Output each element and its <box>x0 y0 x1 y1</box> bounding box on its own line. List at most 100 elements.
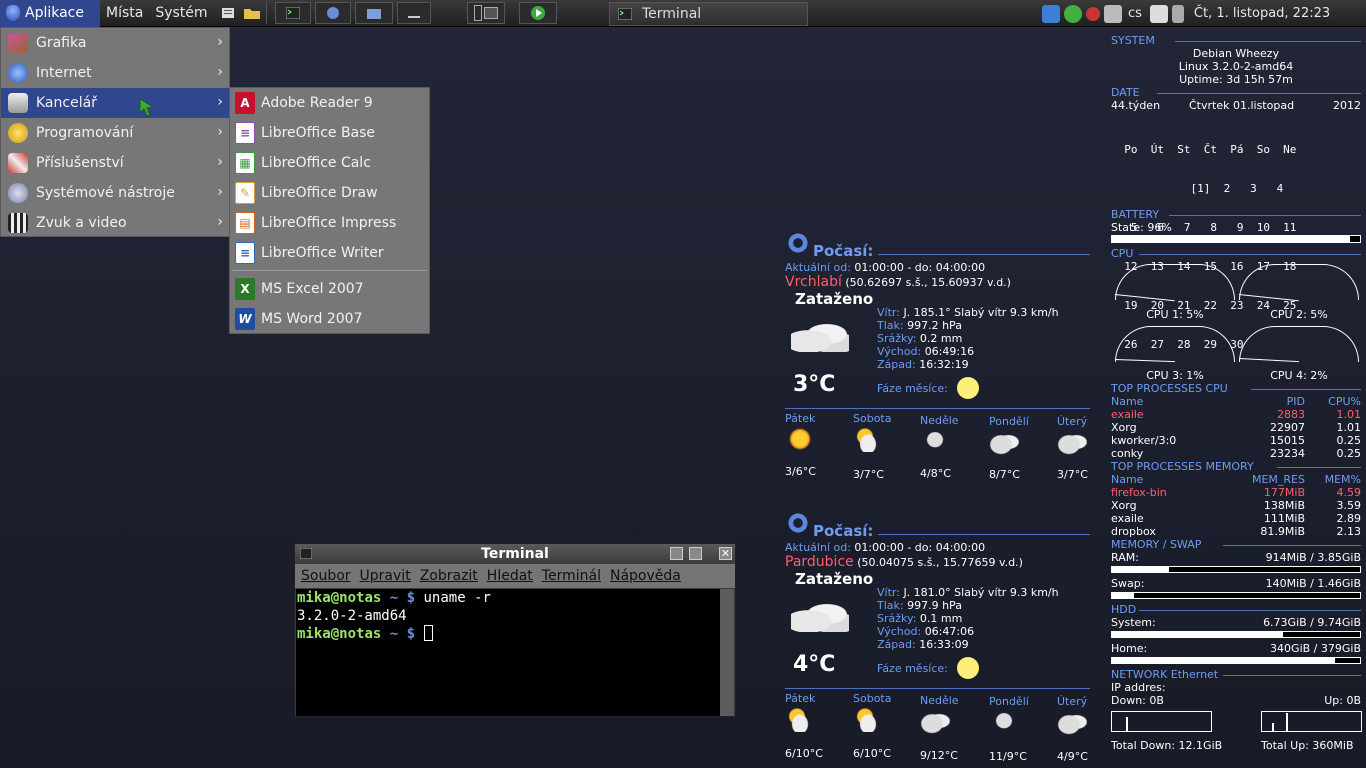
terminal-cursor <box>423 625 433 641</box>
net-totals: Total Down: 12.1GiB Total Up: 360MiB <box>1111 739 1354 752</box>
network-icon[interactable] <box>1104 4 1122 23</box>
section-system: SYSTEM <box>1111 34 1361 48</box>
submenu-item-libreoffice-impress[interactable]: ▤ LibreOffice Impress <box>230 208 429 238</box>
terminal-scrollbar[interactable] <box>720 589 734 716</box>
calc-icon: ▦ <box>235 152 255 174</box>
hdd-system-row: System: 6.73GiB / 9.74GiB <box>1111 616 1361 629</box>
terminal-output[interactable]: mika@notas ~ $ uname -r 3.2.0-2-amd64 mi… <box>296 589 720 716</box>
table-row: firefox-bin 177MiB 4.59 <box>1111 486 1361 499</box>
table-row: exaile 111MiB 2.89 <box>1111 512 1361 525</box>
terminal-icon <box>618 8 632 20</box>
menu-item-multimedia[interactable]: Zvuk a video › <box>1 208 229 238</box>
menu-item-accessories[interactable]: Příslušenství › <box>1 148 229 178</box>
battery-icon[interactable] <box>1149 4 1168 23</box>
stop-icon[interactable] <box>1086 6 1100 21</box>
terminal-titlebar[interactable]: Terminal ✕ <box>295 544 735 564</box>
submenu-item-libreoffice-writer[interactable]: ≡ LibreOffice Writer <box>230 238 429 268</box>
cpu3-gauge <box>1115 326 1235 362</box>
sun-rain-cloud-icon <box>853 426 883 452</box>
volume-icon[interactable] <box>1171 4 1184 23</box>
update-icon[interactable] <box>1064 4 1082 23</box>
task-files-mini[interactable] <box>354 2 393 24</box>
uptime-label: Uptime: 3d 15h 57m <box>1179 73 1293 86</box>
cpu1-label: CPU 1: 5% <box>1146 308 1204 321</box>
forecast-day: Úterý 4/9°C <box>1057 695 1088 763</box>
excel-icon: X <box>235 278 255 300</box>
weather-temperature: 4°C <box>793 652 836 677</box>
workspace-switcher[interactable] <box>466 2 505 24</box>
clock[interactable]: Čt, 1. listopad, 22:23 <box>1194 6 1330 21</box>
cloud-icon <box>791 602 849 632</box>
weather-details: Vítr: J. 185.1° Slabý vítr 9.3 km/h Tlak… <box>877 306 1059 371</box>
forecast-day: Neděle 9/12°C <box>920 694 959 762</box>
menu-applications[interactable]: Aplikace <box>0 0 100 27</box>
weather-widget-pardubice: Počasí: Aktuální od: 01:00:00 - do: 04:0… <box>785 512 1090 768</box>
submenu-item-ms-word[interactable]: W MS Word 2007 <box>230 304 429 334</box>
folder-launcher-icon[interactable] <box>242 3 262 23</box>
close-button[interactable]: ✕ <box>719 547 732 560</box>
section-date: DATE <box>1111 86 1361 100</box>
forecast-day: Pátek 3/6°C <box>785 412 816 478</box>
download-graph <box>1111 711 1212 732</box>
terminal-menu-edit[interactable]: Upravit <box>360 568 411 584</box>
table-row: kworker/3:0 15015 0.25 <box>1111 434 1361 447</box>
task-browser-mini[interactable] <box>314 2 351 24</box>
minimize-button[interactable] <box>670 547 683 560</box>
chevron-right-icon: › <box>217 154 223 170</box>
forecast-day: Sobota 3/7°C <box>853 412 892 481</box>
chevron-right-icon: › <box>217 94 223 110</box>
weather-updated: Aktuální od: 01:00:00 - do: 04:00:00 <box>785 261 986 274</box>
swap-row: Swap: 140MiB / 1.46GiB <box>1111 577 1361 590</box>
chevron-right-icon: › <box>217 124 223 140</box>
chevron-right-icon: › <box>217 64 223 80</box>
menu-item-office[interactable]: Kancelář › <box>1 88 229 118</box>
forecast-day: Úterý 3/7°C <box>1057 415 1088 481</box>
menu-item-programming[interactable]: Programování › <box>1 118 229 148</box>
submenu-item-libreoffice-draw[interactable]: ✎ LibreOffice Draw <box>230 178 429 208</box>
forecast-day: Pátek 6/10°C <box>785 692 823 760</box>
weather-widget-vrchlabi: Počasí: Aktuální od: 01:00:00 - do: 04:0… <box>785 232 1090 492</box>
cpu2-gauge <box>1239 264 1359 300</box>
terminal-menu-view[interactable]: Zobrazit <box>420 568 478 584</box>
applications-menu: Grafika › Internet › Kancelář › Programován… <box>0 27 230 237</box>
cloud-icon <box>1057 709 1087 735</box>
cpu1-gauge <box>1115 264 1235 300</box>
play-button[interactable] <box>518 2 557 24</box>
cpu3-label: CPU 3: 1% <box>1146 369 1204 382</box>
submenu-separator <box>232 270 427 271</box>
gear-icon <box>787 232 809 254</box>
maximize-button[interactable] <box>689 547 702 560</box>
forecast-day: Pondělí 11/9°C <box>989 695 1029 763</box>
top-cpu-header: Name PID CPU% <box>1111 395 1361 408</box>
ram-bar <box>1111 566 1361 573</box>
terminal-menu-file[interactable]: Soubor <box>301 568 351 584</box>
task-terminal-mini[interactable] <box>274 2 311 24</box>
submenu-item-libreoffice-calc[interactable]: ▦ LibreOffice Calc <box>230 148 429 178</box>
terminal-menu-search[interactable]: Hledat <box>487 568 533 584</box>
menu-item-system-tools[interactable]: Systémové nástroje › <box>1 178 229 208</box>
weather-updated: Aktuální od: 01:00:00 - do: 04:00:00 <box>785 541 986 554</box>
globe-icon <box>8 63 28 83</box>
keyboard-layout[interactable]: cs <box>1128 6 1142 21</box>
taskbar-terminal-button[interactable]: Terminal <box>609 2 808 26</box>
dropbox-icon[interactable] <box>1042 4 1060 23</box>
menu-item-internet[interactable]: Internet › <box>1 58 229 88</box>
terminal-menubar: Soubor Upravit Zobrazit Hledat Terminál … <box>295 564 735 588</box>
menu-places[interactable]: Místa <box>100 0 149 27</box>
section-battery: BATTERY <box>1111 208 1361 222</box>
moon-phase-label: Fáze měsíce: <box>877 382 948 395</box>
terminal-menu-terminal[interactable]: Terminál <box>542 568 601 584</box>
task-minimized-mini[interactable] <box>396 2 431 24</box>
menu-system[interactable]: Systém <box>149 0 213 27</box>
submenu-item-ms-excel[interactable]: X MS Excel 2007 <box>230 274 429 304</box>
weather-condition: Zataženo <box>795 290 874 308</box>
draw-icon: ✎ <box>235 182 255 204</box>
menu-item-graphics[interactable]: Grafika › <box>1 28 229 58</box>
moon-icon <box>957 657 979 679</box>
swap-bar <box>1111 592 1361 599</box>
submenu-item-adobe-reader[interactable]: A Adobe Reader 9 <box>230 88 429 118</box>
hdd-home-row: Home: 340GiB / 379GiB <box>1111 642 1361 655</box>
terminal-menu-help[interactable]: Nápověda <box>610 568 681 584</box>
submenu-item-libreoffice-base[interactable]: ≡ LibreOffice Base <box>230 118 429 148</box>
editor-launcher-icon[interactable] <box>218 3 238 23</box>
